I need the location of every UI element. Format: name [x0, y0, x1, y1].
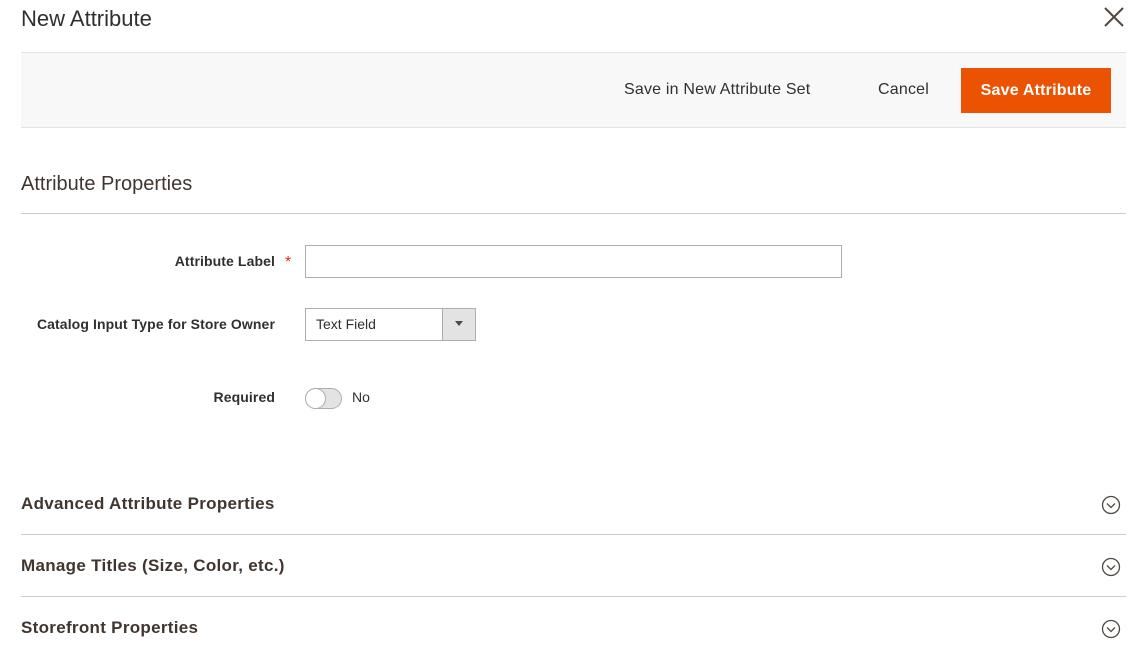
page-actions-bar: Save in New Attribute Set Cancel Save At… [21, 52, 1126, 128]
select-arrow [442, 309, 475, 340]
attribute-properties-title: Attribute Properties [21, 173, 193, 195]
section-title: Manage Titles (Size, Color, etc.) [21, 556, 285, 575]
required-label: Required [213, 389, 275, 405]
attribute-label-input[interactable] [305, 245, 842, 278]
chevron-down-circle-icon [1101, 495, 1121, 515]
required-toggle[interactable] [305, 388, 342, 409]
manage-titles-section[interactable]: Manage Titles (Size, Color, etc.) [21, 535, 1126, 597]
close-button[interactable] [1101, 4, 1127, 30]
close-icon [1104, 7, 1124, 27]
attribute-label-label: Attribute Label [174, 253, 275, 269]
chevron-down-circle-icon [1101, 557, 1121, 577]
required-state-text: No [352, 389, 370, 405]
storefront-properties-section[interactable]: Storefront Properties [21, 597, 1126, 650]
select-value: Text Field [316, 316, 376, 332]
section-title: Advanced Attribute Properties [21, 494, 275, 513]
save-attribute-button[interactable]: Save Attribute [961, 68, 1111, 113]
new-attribute-modal: New Attribute Save in New Attribute Set … [0, 0, 1137, 650]
chevron-down-circle-icon [1101, 619, 1121, 639]
save-in-new-attribute-set-button[interactable]: Save in New Attribute Set [624, 53, 810, 127]
section-title: Storefront Properties [21, 618, 199, 637]
catalog-input-type-label: Catalog Input Type for Store Owner [36, 316, 275, 332]
section-divider [21, 213, 1126, 214]
cancel-button[interactable]: Cancel [878, 53, 929, 127]
catalog-input-type-select[interactable]: Text Field [305, 308, 476, 341]
advanced-attribute-properties-section[interactable]: Advanced Attribute Properties [21, 473, 1126, 535]
required-asterisk: * [285, 254, 292, 271]
toggle-knob [305, 388, 326, 409]
modal-title: New Attribute [21, 6, 152, 31]
caret-down-icon [455, 321, 463, 326]
